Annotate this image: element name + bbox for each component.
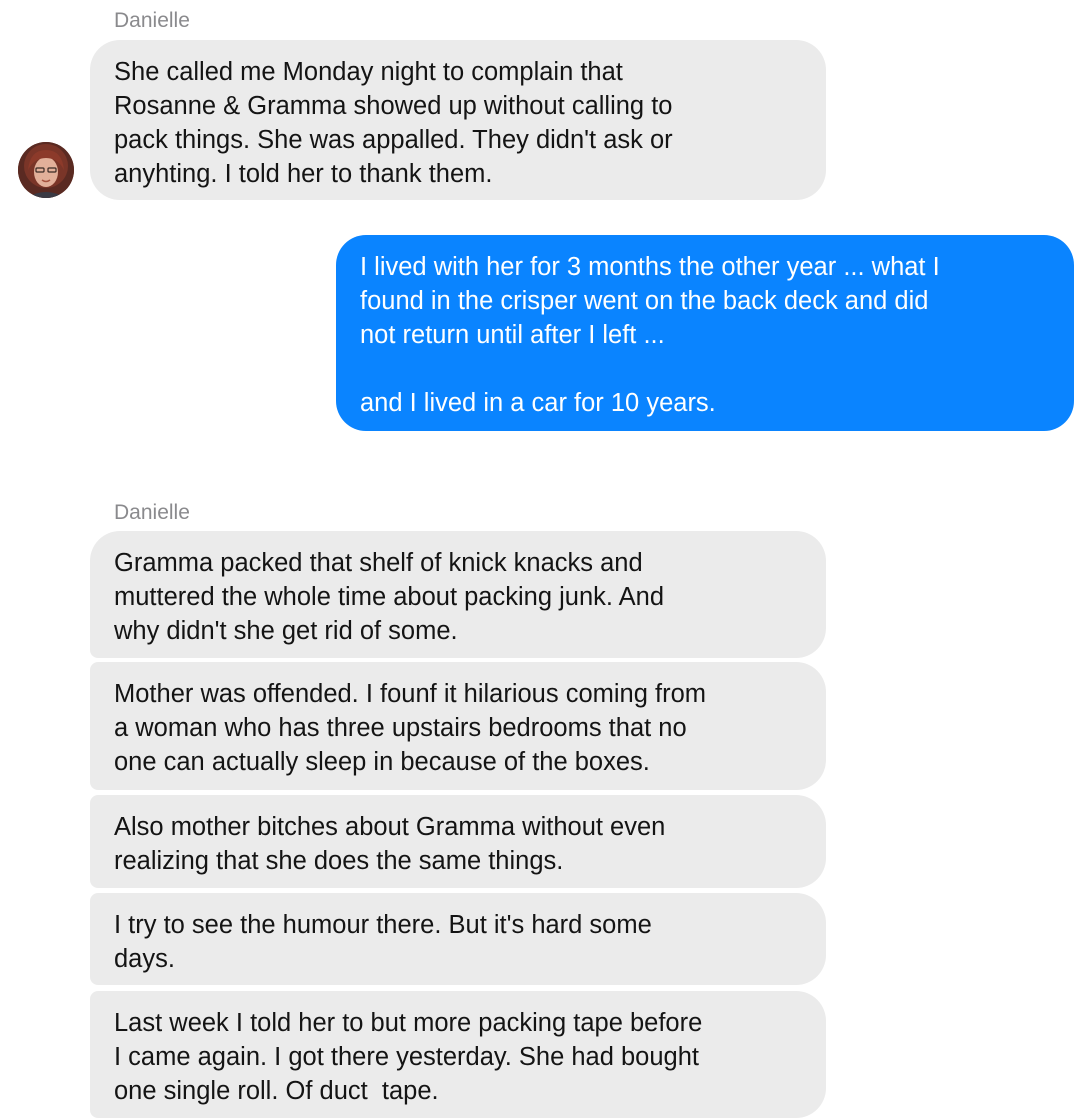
message-bubble-incoming[interactable]: Last week I told her to but more packing… (90, 991, 826, 1118)
message-bubble-incoming[interactable]: I try to see the humour there. But it's … (90, 893, 826, 985)
message-bubble-incoming[interactable]: Also mother bitches about Gramma without… (90, 795, 826, 888)
avatar-photo-icon (18, 142, 74, 198)
message-bubble-incoming[interactable]: She called me Monday night to complain t… (90, 40, 826, 200)
message-bubble-outgoing[interactable]: I lived with her for 3 months the other … (336, 235, 1074, 431)
message-bubble-incoming[interactable]: Gramma packed that shelf of knick knacks… (90, 531, 826, 658)
sender-name: Danielle (114, 9, 190, 32)
sender-name: Danielle (114, 501, 190, 524)
message-bubble-incoming[interactable]: Mother was offended. I founf it hilariou… (90, 662, 826, 790)
contact-avatar[interactable] (18, 142, 74, 198)
